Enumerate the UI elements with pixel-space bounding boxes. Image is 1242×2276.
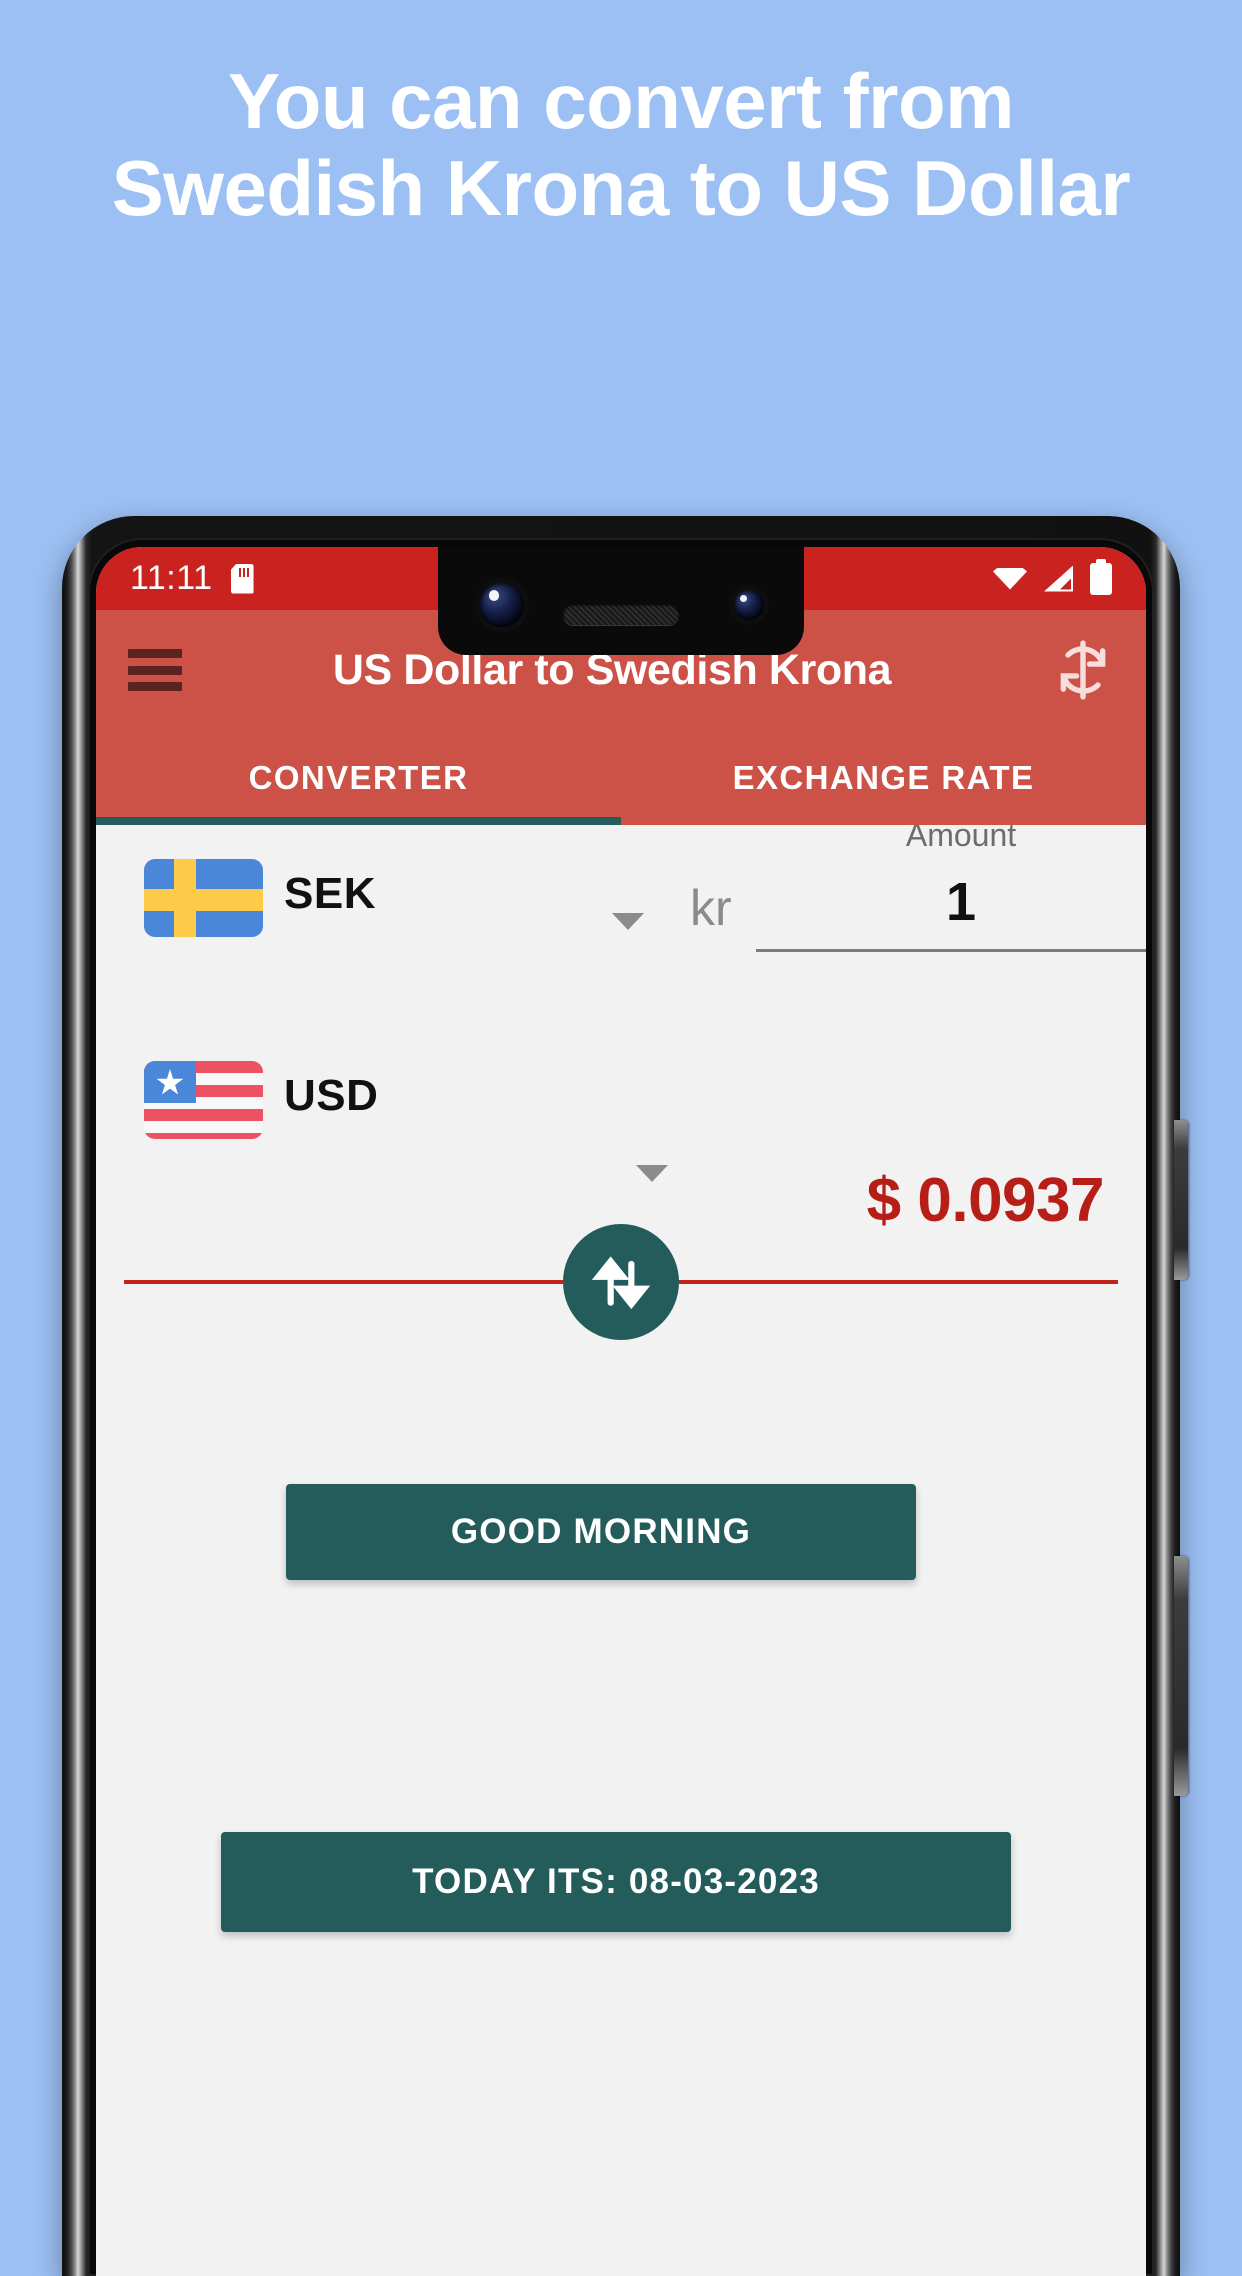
swedish-flag-icon <box>144 859 263 937</box>
amount-input[interactable]: 1 <box>756 871 1146 952</box>
power-button[interactable] <box>1174 1120 1188 1280</box>
sd-card-icon <box>231 564 254 594</box>
tab-bar: CONVERTER EXCHANGE RATE <box>96 730 1146 825</box>
front-camera-main-icon <box>480 583 524 627</box>
us-flag-icon <box>144 1061 263 1139</box>
phone-notch <box>438 547 804 655</box>
tab-converter[interactable]: CONVERTER <box>96 730 621 825</box>
status-bar-right <box>993 562 1112 595</box>
swap-currencies-button[interactable] <box>563 1224 679 1340</box>
signal-icon <box>1044 565 1073 592</box>
from-currency-code: SEK <box>284 869 376 918</box>
earpiece-speaker-icon <box>563 604 679 625</box>
from-currency-row: SEK kr Amount 1 <box>96 817 1146 1013</box>
front-camera-secondary-icon <box>734 590 764 620</box>
from-currency-chevron-down-icon[interactable] <box>612 913 644 930</box>
converter-panel: SEK kr Amount 1 USD $ 0.0937 GOOD MORNIN… <box>96 817 1146 2276</box>
to-currency-chevron-down-icon[interactable] <box>636 1165 668 1182</box>
phone-mockup: 11:11 US Dollar to Swedish Krona CONVERT… <box>62 516 1188 2276</box>
refresh-sync-icon[interactable] <box>1052 639 1114 701</box>
phone-screen: 11:11 US Dollar to Swedish Krona CONVERT… <box>96 547 1146 2276</box>
promo-headline: You can convert from Swedish Krona to US… <box>111 57 1131 233</box>
swap-up-down-arrows-icon <box>591 1256 651 1310</box>
status-bar-left: 11:11 <box>130 559 254 598</box>
greeting-button[interactable]: GOOD MORNING <box>286 1484 916 1580</box>
to-currency-row: USD $ 0.0937 <box>96 1055 1146 1235</box>
wifi-icon <box>993 566 1027 592</box>
converted-amount-value: $ 0.0937 <box>866 1166 1105 1235</box>
from-currency-symbol: kr <box>690 880 732 936</box>
to-currency-code: USD <box>284 1071 379 1120</box>
volume-rocker-button[interactable] <box>1174 1556 1188 1796</box>
today-date-button[interactable]: TODAY ITS: 08-03-2023 <box>221 1832 1011 1932</box>
battery-icon <box>1090 562 1112 595</box>
phone-bezel: 11:11 US Dollar to Swedish Krona CONVERT… <box>88 538 1154 2276</box>
status-bar-clock: 11:11 <box>130 559 213 597</box>
tab-exchange-rate[interactable]: EXCHANGE RATE <box>621 730 1146 825</box>
